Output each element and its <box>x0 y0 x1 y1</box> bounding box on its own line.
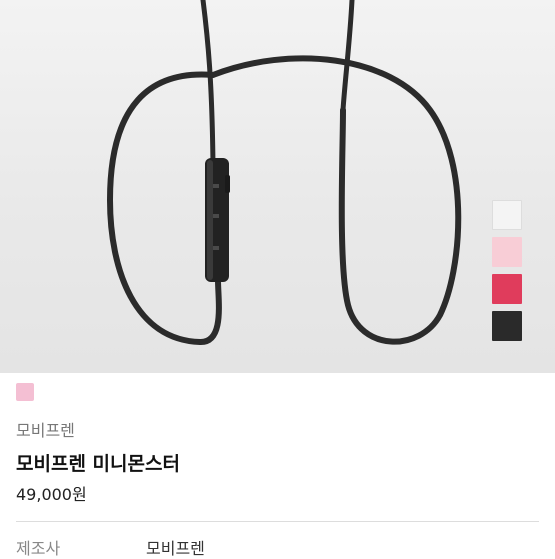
swatch-hot-pink[interactable] <box>492 274 522 304</box>
divider <box>16 521 539 522</box>
product-info: 모비프렌 모비프렌 미니몬스터 49,000원 제조사 모비프렌 <box>0 373 555 558</box>
swatch-black[interactable] <box>492 311 522 341</box>
spec-label-manufacturer: 제조사 <box>16 539 61 558</box>
product-image <box>0 0 555 373</box>
product-title: 모비프렌 미니몬스터 <box>16 453 180 475</box>
color-swatches <box>492 200 522 348</box>
swatch-white[interactable] <box>492 200 522 230</box>
selected-color-chip[interactable] <box>16 383 34 401</box>
brand-name[interactable]: 모비프렌 <box>16 417 75 441</box>
earphone-illustration <box>106 0 462 346</box>
swatch-light-pink[interactable] <box>492 237 522 267</box>
spec-value-manufacturer: 모비프렌 <box>146 539 205 558</box>
product-price: 49,000원 <box>16 485 87 504</box>
